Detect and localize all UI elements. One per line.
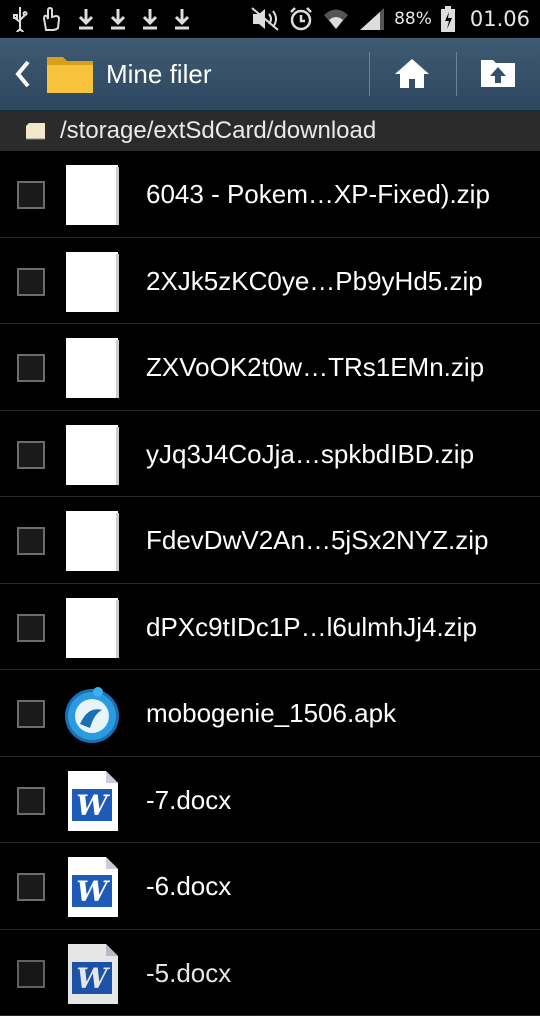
file-name: 2XJk5zKC0ye…Pb9yHd5.zip bbox=[146, 266, 483, 297]
download-icon bbox=[108, 6, 128, 32]
file-name: ZXVoOK2t0w…TRs1EMn.zip bbox=[146, 352, 484, 383]
divider bbox=[369, 52, 370, 96]
list-item[interactable]: 2XJk5zKC0ye…Pb9yHd5.zip bbox=[0, 238, 540, 325]
file-list: 6043 - Pokem…XP-Fixed).zip 2XJk5zKC0ye…P… bbox=[0, 151, 540, 1016]
mute-icon bbox=[250, 6, 280, 32]
file-name: 6043 - Pokem…XP-Fixed).zip bbox=[146, 179, 490, 210]
svg-text:W: W bbox=[76, 875, 110, 908]
alarm-icon bbox=[288, 6, 314, 32]
back-icon[interactable] bbox=[10, 56, 36, 92]
home-icon[interactable] bbox=[392, 56, 432, 90]
download-icon bbox=[140, 6, 160, 32]
list-item[interactable]: ZXVoOK2t0w…TRs1EMn.zip bbox=[0, 324, 540, 411]
list-item[interactable]: FdevDwV2An…5jSx2NYZ.zip bbox=[0, 497, 540, 584]
zip-file-icon bbox=[64, 338, 120, 398]
zip-file-icon bbox=[64, 598, 120, 658]
row-checkbox[interactable] bbox=[17, 441, 45, 469]
row-checkbox[interactable] bbox=[17, 354, 45, 382]
row-checkbox[interactable] bbox=[17, 700, 45, 728]
zip-file-icon bbox=[64, 511, 120, 571]
row-checkbox[interactable] bbox=[17, 873, 45, 901]
list-item[interactable]: mobogenie_1506.apk bbox=[0, 670, 540, 757]
battery-icon bbox=[440, 5, 456, 33]
clock: 01.06 bbox=[470, 7, 530, 31]
list-item[interactable]: W -6.docx bbox=[0, 843, 540, 930]
row-checkbox[interactable] bbox=[17, 527, 45, 555]
file-name: -7.docx bbox=[146, 785, 231, 816]
list-item[interactable]: W -7.docx bbox=[0, 757, 540, 844]
row-checkbox[interactable] bbox=[17, 960, 45, 988]
file-name: FdevDwV2An…5jSx2NYZ.zip bbox=[146, 525, 488, 556]
file-name: yJq3J4CoJja…spkbdIBD.zip bbox=[146, 439, 474, 470]
row-checkbox[interactable] bbox=[17, 787, 45, 815]
zip-file-icon bbox=[64, 165, 120, 225]
signal-icon bbox=[358, 6, 386, 32]
up-folder-icon[interactable] bbox=[478, 56, 518, 90]
file-name: dPXc9tIDc1P…l6ulmhJj4.zip bbox=[146, 612, 477, 643]
status-bar: 88% 01.06 bbox=[0, 0, 540, 38]
file-name: -5.docx bbox=[146, 958, 231, 989]
folder-icon bbox=[45, 51, 95, 95]
row-checkbox[interactable] bbox=[17, 268, 45, 296]
svg-text:W: W bbox=[76, 962, 110, 995]
action-bar: Mine filer bbox=[0, 38, 540, 111]
mobogenie-apk-icon bbox=[64, 684, 120, 744]
download-icon bbox=[76, 6, 96, 32]
list-item[interactable]: yJq3J4CoJja…spkbdIBD.zip bbox=[0, 411, 540, 498]
word-doc-icon: W bbox=[64, 857, 120, 917]
current-path[interactable]: /storage/extSdCard/download bbox=[60, 117, 376, 145]
svg-text:W: W bbox=[76, 789, 110, 822]
list-item[interactable]: dPXc9tIDc1P…l6ulmhJj4.zip bbox=[0, 584, 540, 671]
zip-file-icon bbox=[64, 252, 120, 312]
row-checkbox[interactable] bbox=[17, 181, 45, 209]
usb-icon bbox=[12, 6, 28, 32]
list-item[interactable]: W -5.docx bbox=[0, 930, 540, 1016]
path-bar: /storage/extSdCard/download bbox=[0, 111, 540, 151]
word-doc-icon: W bbox=[64, 771, 120, 831]
list-item[interactable]: 6043 - Pokem…XP-Fixed).zip bbox=[0, 151, 540, 238]
hand-icon bbox=[40, 6, 64, 32]
sd-card-icon bbox=[25, 122, 47, 140]
wifi-icon bbox=[322, 6, 350, 32]
battery-percent: 88% bbox=[394, 9, 432, 29]
row-checkbox[interactable] bbox=[17, 614, 45, 642]
file-name: mobogenie_1506.apk bbox=[146, 698, 396, 729]
download-icon bbox=[172, 6, 192, 32]
word-doc-icon: W bbox=[64, 944, 120, 1004]
zip-file-icon bbox=[64, 425, 120, 485]
divider bbox=[456, 52, 457, 96]
screen-title: Mine filer bbox=[106, 59, 211, 90]
file-name: -6.docx bbox=[146, 871, 231, 902]
